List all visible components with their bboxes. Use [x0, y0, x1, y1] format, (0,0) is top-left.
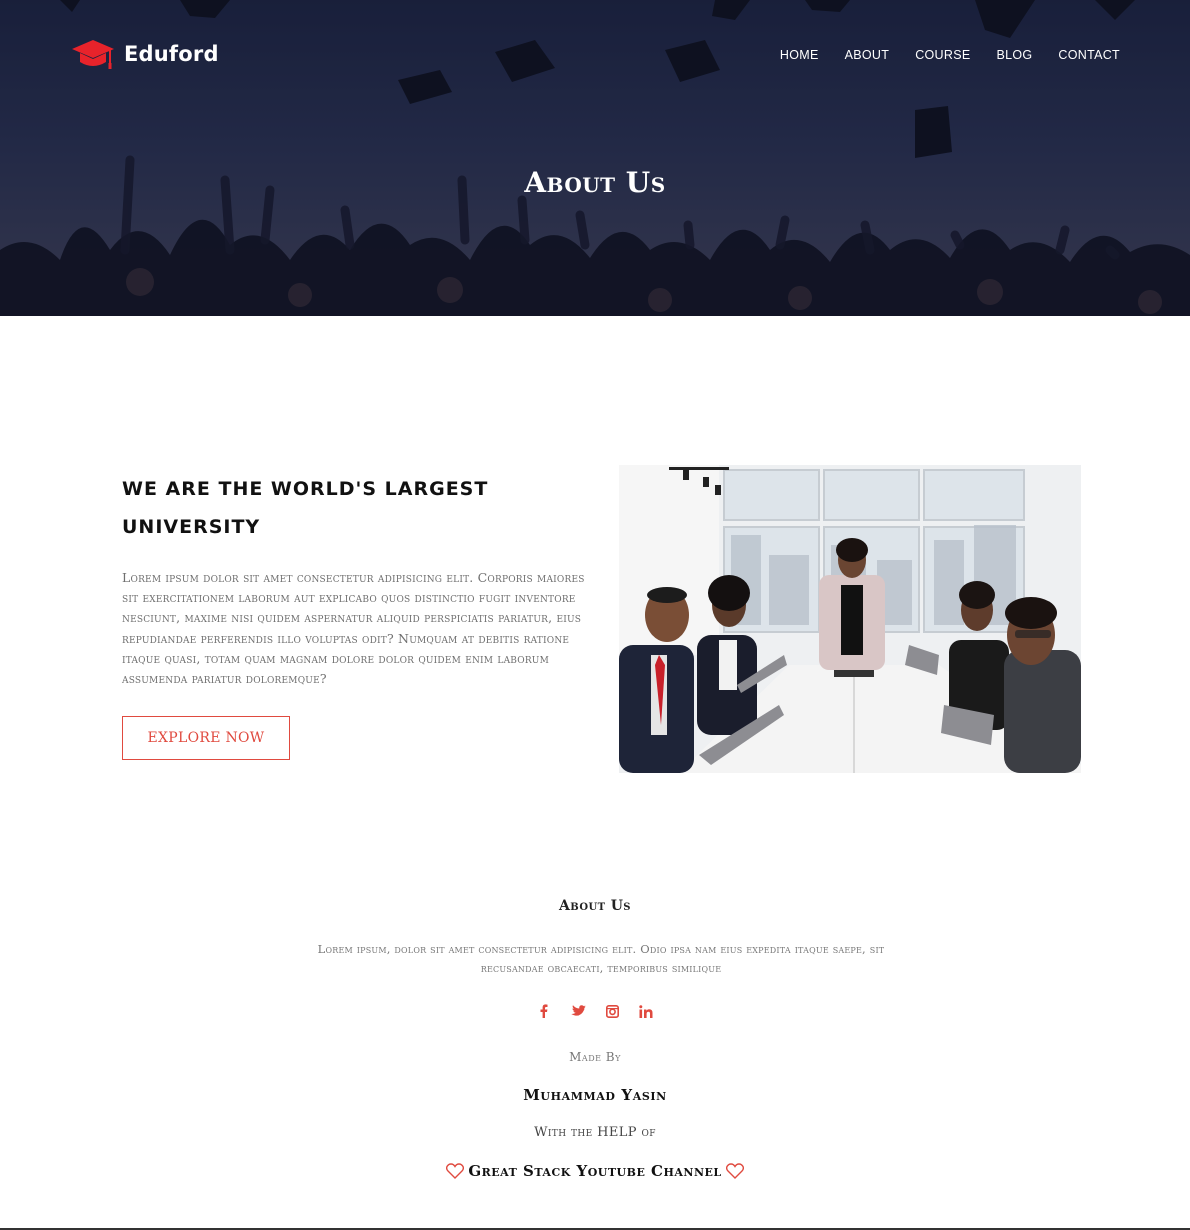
linkedin-icon[interactable] — [638, 1002, 654, 1020]
hero-banner: Eduford HOME ABOUT COURSE BLOG CONTACT A… — [0, 0, 1190, 316]
instagram-icon[interactable] — [604, 1002, 620, 1020]
heart-icon — [725, 1163, 744, 1179]
nav-contact[interactable]: CONTACT — [1058, 48, 1120, 62]
author-name: Muhammad Yasin — [523, 1086, 667, 1104]
nav-home[interactable]: HOME — [780, 48, 819, 62]
nav-blog[interactable]: BLOG — [996, 48, 1032, 62]
social-links — [0, 1002, 1190, 1020]
brand-logo[interactable]: Eduford — [70, 34, 219, 74]
meeting-room-photo — [619, 465, 1081, 773]
channel-credit: Great Stack Youtube Channel — [0, 1162, 1190, 1180]
twitter-icon[interactable] — [570, 1002, 586, 1020]
brand-name: Eduford — [124, 42, 219, 66]
about-heading: WE ARE THE WORLD'S LARGEST UNIVERSITY — [122, 478, 489, 538]
heart-icon — [446, 1163, 465, 1179]
channel-name: Great Stack Youtube Channel — [468, 1162, 722, 1180]
footer-text: Lorem ipsum, dolor sit amet consectetur … — [317, 942, 885, 975]
with-help-label: With the HELP of — [534, 1125, 656, 1140]
about-paragraph: Lorem ipsum dolor sit amet consectetur a… — [122, 570, 585, 687]
facebook-icon[interactable] — [536, 1002, 552, 1020]
nav-course[interactable]: COURSE — [915, 48, 970, 62]
page-title: About Us — [524, 166, 666, 199]
main-nav: HOME ABOUT COURSE BLOG CONTACT — [780, 48, 1120, 62]
nav-about[interactable]: ABOUT — [845, 48, 890, 62]
graduation-cap-icon — [72, 40, 114, 69]
footer-title: About Us — [559, 898, 631, 914]
made-by-label: Made By — [569, 1050, 621, 1064]
explore-now-button[interactable]: EXPLORE NOW — [122, 716, 290, 760]
